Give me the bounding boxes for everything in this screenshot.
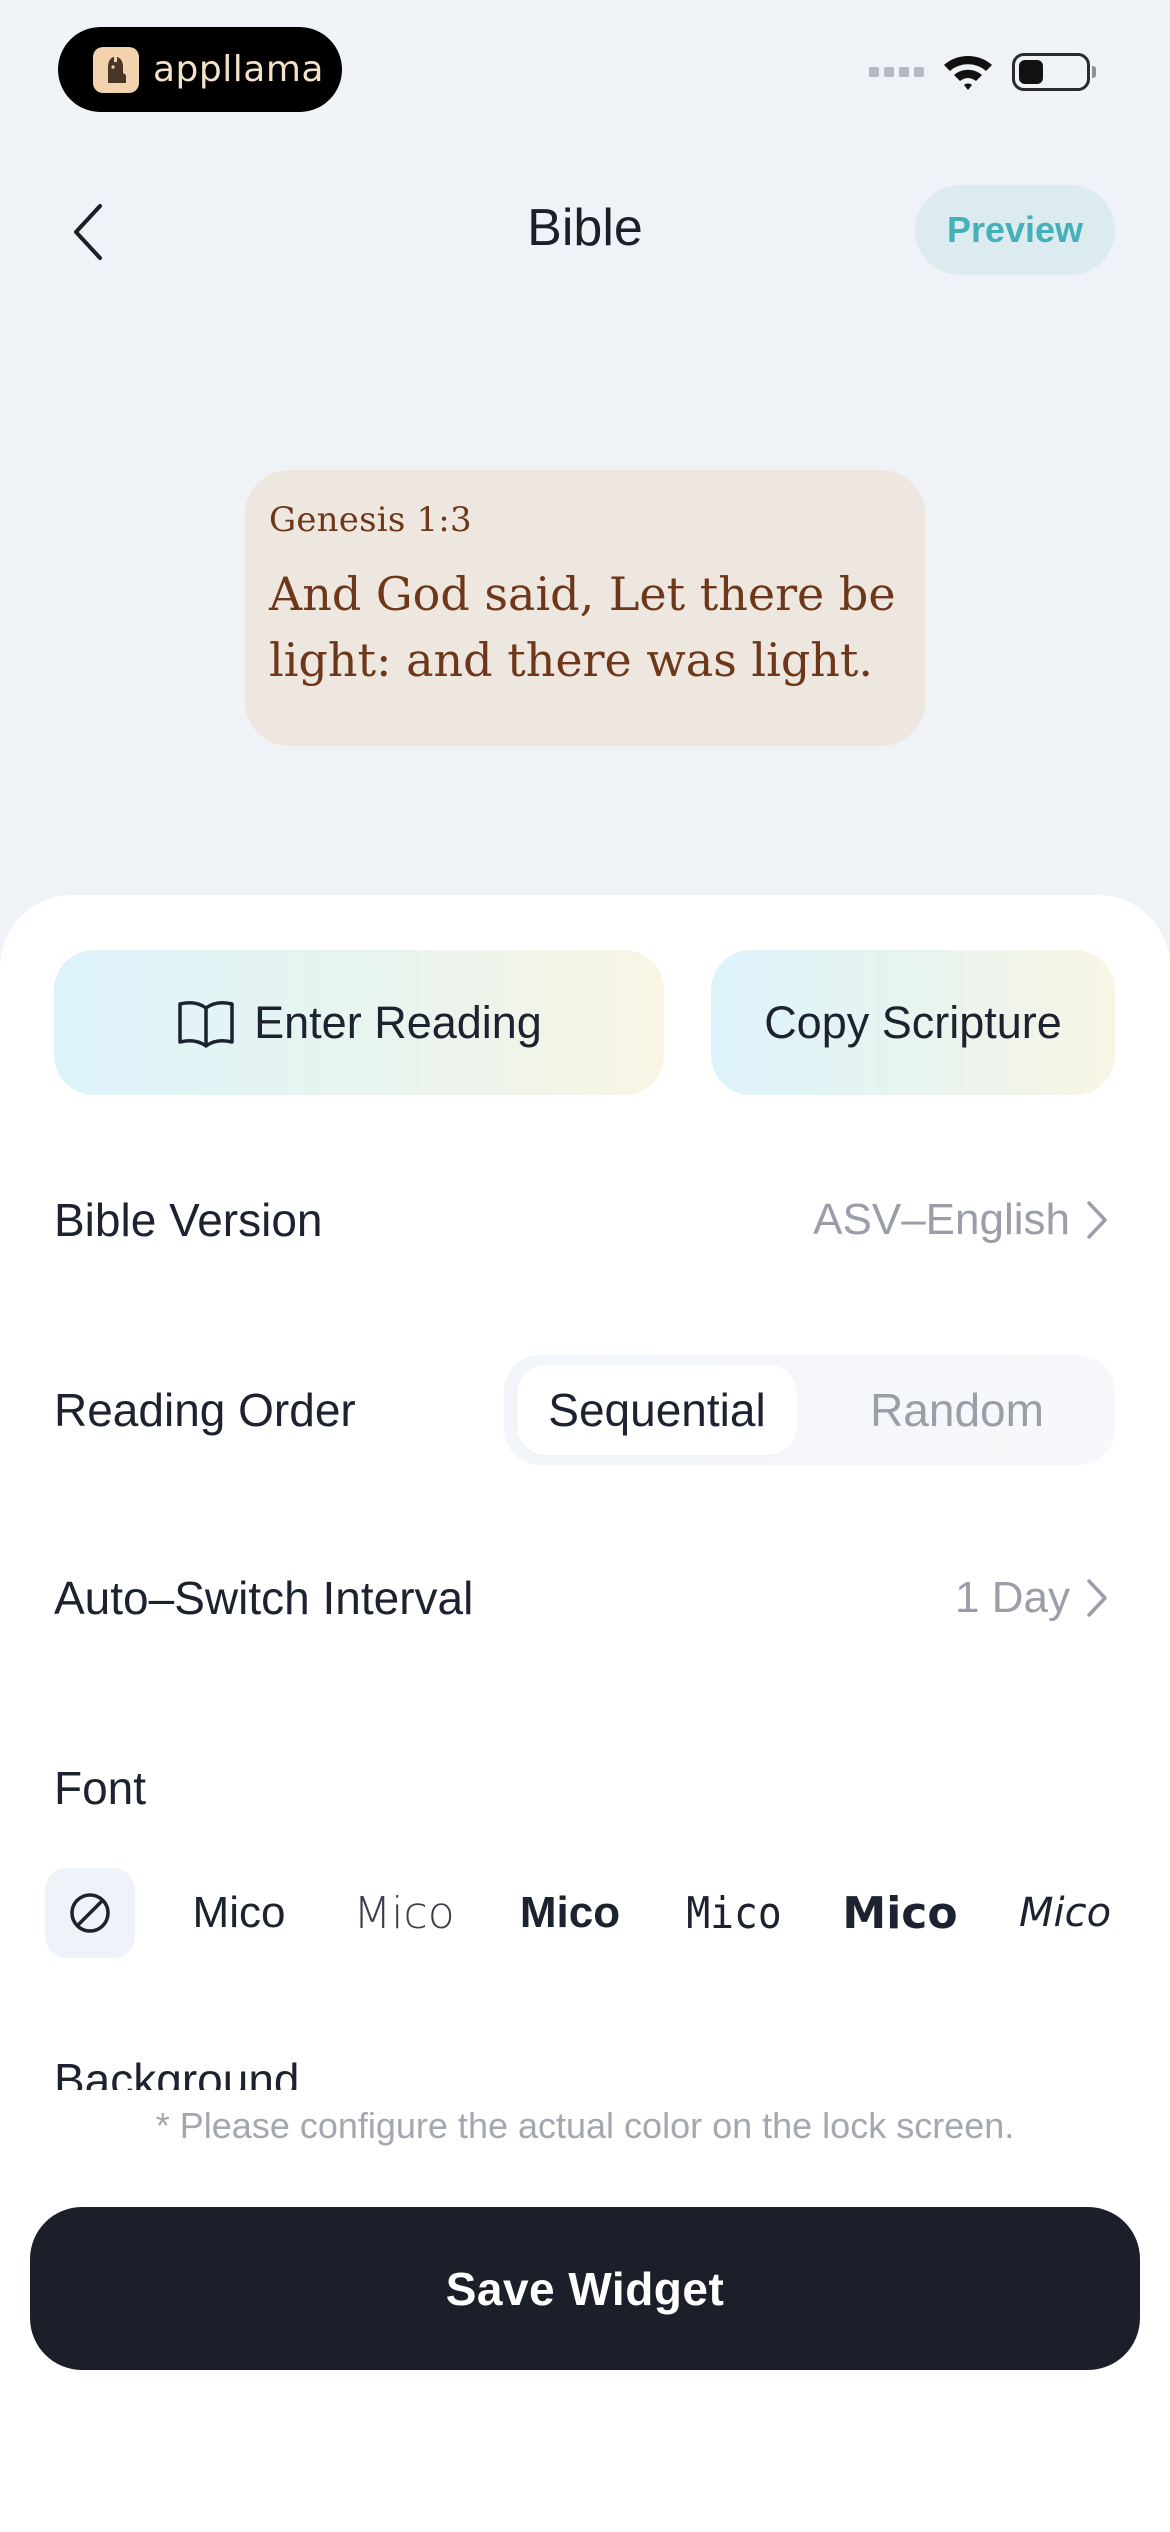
- copy-scripture-label: Copy Scripture: [764, 996, 1062, 1048]
- auto-switch-value[interactable]: 1 Day: [955, 1573, 1070, 1623]
- font-option-1[interactable]: Mico: [169, 1868, 309, 1958]
- settings-sheet: Enter Reading Copy Scripture Bible Versi…: [0, 895, 1170, 2532]
- reading-order-sequential[interactable]: Sequential: [517, 1365, 797, 1455]
- copy-scripture-button[interactable]: Copy Scripture: [711, 950, 1115, 1095]
- wifi-icon: [944, 56, 992, 90]
- brand-name: appllama: [153, 49, 324, 90]
- font-option-2[interactable]: Mico: [334, 1868, 474, 1958]
- verse-text: And God said, Let there be light: and th…: [269, 567, 896, 687]
- preview-button[interactable]: Preview: [915, 185, 1115, 275]
- reading-order-random[interactable]: Random: [812, 1365, 1102, 1455]
- bible-version-value[interactable]: ASV–English: [813, 1195, 1070, 1245]
- status-icons: [869, 52, 1096, 92]
- signal-icon: [869, 67, 924, 77]
- screen: appllama Bible Preview Genesis 1:3 And G…: [0, 0, 1170, 2532]
- enter-reading-label: Enter Reading: [254, 996, 542, 1048]
- reading-order-segmented-control: Sequential Random: [504, 1355, 1115, 1465]
- background-label-clip: Background: [54, 2045, 654, 2090]
- battery-icon: [1012, 53, 1096, 91]
- widget-preview-card: Genesis 1:3 And God said, Let there be l…: [245, 470, 925, 746]
- no-font-icon[interactable]: [45, 1868, 135, 1958]
- enter-reading-button[interactable]: Enter Reading: [54, 950, 664, 1095]
- bible-version-label: Bible Version: [54, 1194, 323, 1246]
- font-option-5[interactable]: Mico: [830, 1868, 970, 1958]
- llama-logo-icon: [93, 46, 139, 93]
- auto-switch-label: Auto–Switch Interval: [54, 1572, 474, 1624]
- font-label: Font: [54, 1762, 147, 1814]
- reading-order-label: Reading Order: [54, 1384, 356, 1436]
- chevron-right-icon[interactable]: [1079, 1195, 1115, 1245]
- font-option-6[interactable]: Mico: [995, 1868, 1135, 1958]
- font-option-3[interactable]: Mico: [500, 1868, 640, 1958]
- brand-pill: appllama: [58, 27, 342, 112]
- save-widget-button[interactable]: Save Widget: [30, 2207, 1140, 2370]
- background-label: Background: [54, 2054, 300, 2090]
- lock-screen-note: * Please configure the actual color on t…: [155, 2105, 1015, 2146]
- chevron-right-icon[interactable]: [1079, 1573, 1115, 1623]
- book-open-icon: [176, 998, 236, 1048]
- font-options: Mico Mico Mico Mico Mico Mico: [45, 1868, 1125, 1958]
- font-option-4[interactable]: Mico: [671, 1868, 797, 1958]
- verse-reference: Genesis 1:3: [269, 500, 472, 540]
